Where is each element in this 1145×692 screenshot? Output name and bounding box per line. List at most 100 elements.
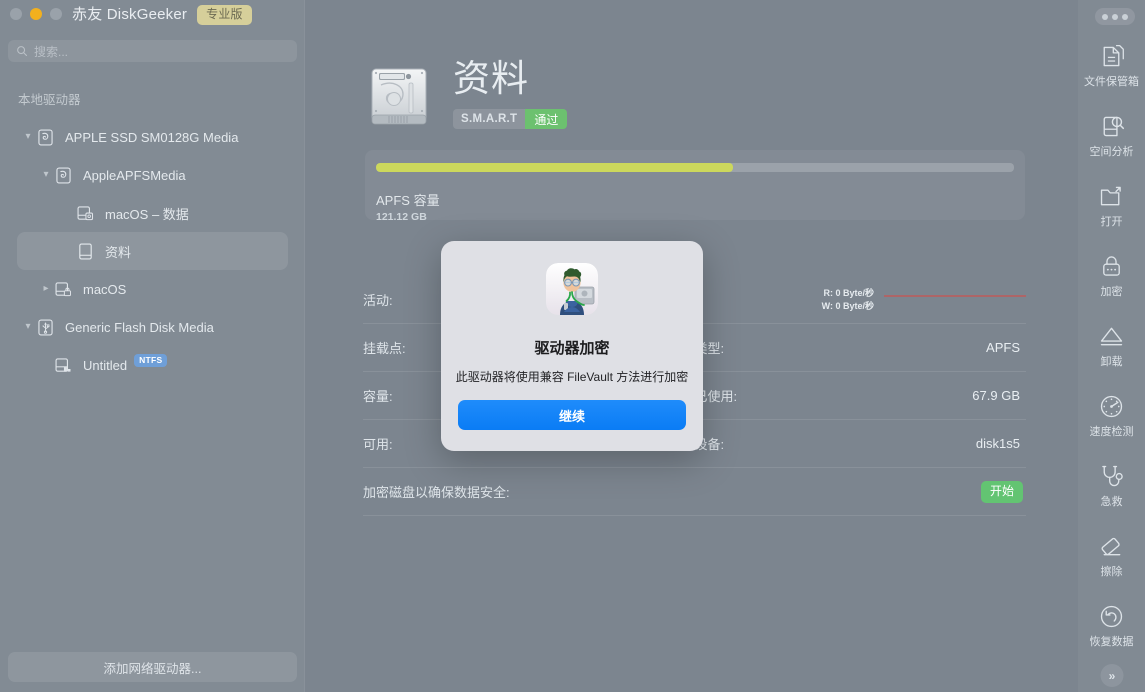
capacity-bar-fill [376,163,734,172]
smart-status-badge: S.M.A.R.T 通过 [453,109,568,129]
tool-first-aid[interactable]: 急救 [1078,450,1145,520]
add-network-drive-button[interactable]: 添加网络驱动器... [8,652,297,682]
technician-diagnosing-drive-icon [546,263,598,315]
disk-icon [38,128,53,146]
sidebar-item-label: Untitled [83,357,128,373]
capacity-size: 121.12 GB [376,211,427,223]
search-icon [17,46,28,57]
write-rate: W: 0 Byte/秒 [821,300,874,311]
sidebar-item-label: 资料 [105,244,132,260]
zoom-button[interactable] [50,8,62,20]
encrypt-cell: 加密磁盘以确保数据安全: 开始 [363,468,1026,515]
tool-encrypt[interactable]: 加密 [1078,240,1145,310]
detail-key: 活动: [363,293,393,308]
eraser-icon [1101,537,1121,555]
read-rate: R: 0 Byte/秒 [823,287,874,298]
detail-value: APFS [986,340,1020,355]
sidebar-item-apple-apfs-media[interactable]: ▾ AppleAPFSMedia [17,156,288,194]
chevron-down-icon[interactable]: ▾ [21,322,35,332]
continue-button[interactable]: 继续 [458,400,686,430]
tool-recover-data[interactable]: 恢复数据 [1078,590,1145,660]
search-placeholder: 搜索... [34,44,69,59]
detail-key: 可用: [363,437,393,452]
disk-header: 资料 S.M.A.R.T 通过 [365,57,568,131]
chevron-placeholder: ▾ [61,246,75,256]
hard-drive-icon [371,68,427,125]
sidebar-item-macos[interactable]: ▸ macOS [17,270,288,308]
sidebar-item-label: APPLE SSD SM0128G Media [65,129,239,145]
app-window: 赤友 DiskGeeker 专业版 搜索... 本地驱动器 ▾ APPLE SS… [0,0,1145,692]
open-folder-icon [1100,186,1121,205]
tool-eject[interactable]: 卸载 [1078,310,1145,380]
tool-label: 急救 [1100,495,1123,508]
dialog-subtitle: 此驱动器将使用兼容 FileVault 方法进行加密 [455,370,689,384]
sidebar-item-untitled[interactable]: ▾ Untitled NTFS [17,346,288,384]
drive-tree: ▾ APPLE SSD SM0128G Media ▾ AppleAPFSMed… [0,118,305,384]
undo-circle-icon [1100,605,1123,627]
format-badge-ntfs: NTFS [134,353,168,367]
tool-label: 擦除 [1100,565,1123,578]
sidebar-item-label: macOS – 数据 [105,206,189,222]
tool-file-vault[interactable]: 文件保管箱 [1078,30,1145,100]
activity-graph [884,295,1026,296]
tool-label: 打开 [1100,215,1123,228]
pro-badge: 专业版 [197,4,252,25]
chevron-placeholder: ▾ [39,360,53,370]
main-content: 资料 S.M.A.R.T 通过 APFS 容量 121.12 GB 活动: R:… [305,0,1145,692]
minimize-button[interactable] [30,8,42,20]
detail-cell-right: 类型: APFS [695,324,1027,371]
eject-icon [1100,327,1123,345]
chevron-placeholder: ▾ [61,208,75,218]
tool-label: 文件保管箱 [1084,75,1139,88]
detail-key: 容量: [363,389,393,404]
capacity-name: APFS 容量 [376,193,440,208]
app-title: 赤友 DiskGeeker [72,6,188,23]
detail-value: disk1s5 [975,436,1020,451]
activity-stats: R: 0 Byte/秒 W: 0 Byte/秒 [822,287,874,313]
toolbar-expand-button[interactable]: » [1100,664,1123,687]
right-toolbar: 文件保管箱 空间分析 打开 加密 卸载 速度检测 急救 擦除 恢复数据 » [1078,0,1145,692]
detail-cell-right: 已使用: 67.9 GB [695,372,1027,419]
volume-icon [79,242,92,260]
sidebar-item-apple-ssd[interactable]: ▾ APPLE SSD SM0128G Media [17,118,288,156]
chevron-down-icon[interactable]: ▾ [39,170,53,180]
detail-key: 挂载点: [363,341,406,356]
search-input[interactable]: 搜索... [8,40,297,62]
sidebar-section-label: 本地驱动器 [18,93,81,107]
tool-space-analysis[interactable]: 空间分析 [1078,100,1145,170]
tool-label: 卸载 [1100,355,1123,368]
sidebar-item-label: Generic Flash Disk Media [65,319,214,335]
encrypt-label: 加密磁盘以确保数据安全: [363,485,510,500]
tool-open[interactable]: 打开 [1078,170,1145,240]
tool-speed-test[interactable]: 速度检测 [1078,380,1145,450]
smart-value: 通过 [525,109,568,129]
tool-erase[interactable]: 擦除 [1078,520,1145,590]
tool-label: 恢复数据 [1089,635,1134,648]
chevron-down-icon[interactable]: ▾ [21,132,35,142]
space-analysis-icon [1103,116,1125,136]
stethoscope-icon [1102,465,1123,486]
volume-ntfs-icon [55,357,71,372]
chevron-right-icon[interactable]: ▸ [39,284,53,294]
disk-header-text: 资料 S.M.A.R.T 通过 [453,57,568,129]
sidebar-item-ziliao[interactable]: ▾ 资料 [17,232,288,270]
sidebar: 赤友 DiskGeeker 专业版 搜索... 本地驱动器 ▾ APPLE SS… [0,0,305,692]
encrypt-row: 加密磁盘以确保数据安全: 开始 [363,468,1026,516]
sidebar-item-label: macOS [83,281,127,297]
encryption-dialog: 驱动器加密 此驱动器将使用兼容 FileVault 方法进行加密 继续 [441,241,703,451]
dialog-title: 驱动器加密 [534,340,610,357]
detail-cell-right: 设备: disk1s5 [695,420,1027,467]
lock-icon [1103,255,1120,276]
smart-label: S.M.A.R.T [453,109,526,129]
volume-data-icon [77,205,94,220]
disk-icon [56,166,71,184]
start-encryption-button[interactable]: 开始 [980,480,1023,503]
sidebar-item-generic-flash-disk[interactable]: ▾ Generic Flash Disk Media [17,308,288,346]
capacity-card: APFS 容量 121.12 GB [365,150,1025,223]
tool-label: 速度检测 [1089,425,1134,438]
close-button[interactable] [10,8,22,20]
speedometer-icon [1100,395,1123,417]
file-vault-icon [1103,44,1124,66]
page-title: 资料 [453,58,529,99]
sidebar-item-macos-data[interactable]: ▾ macOS – 数据 [17,194,288,232]
